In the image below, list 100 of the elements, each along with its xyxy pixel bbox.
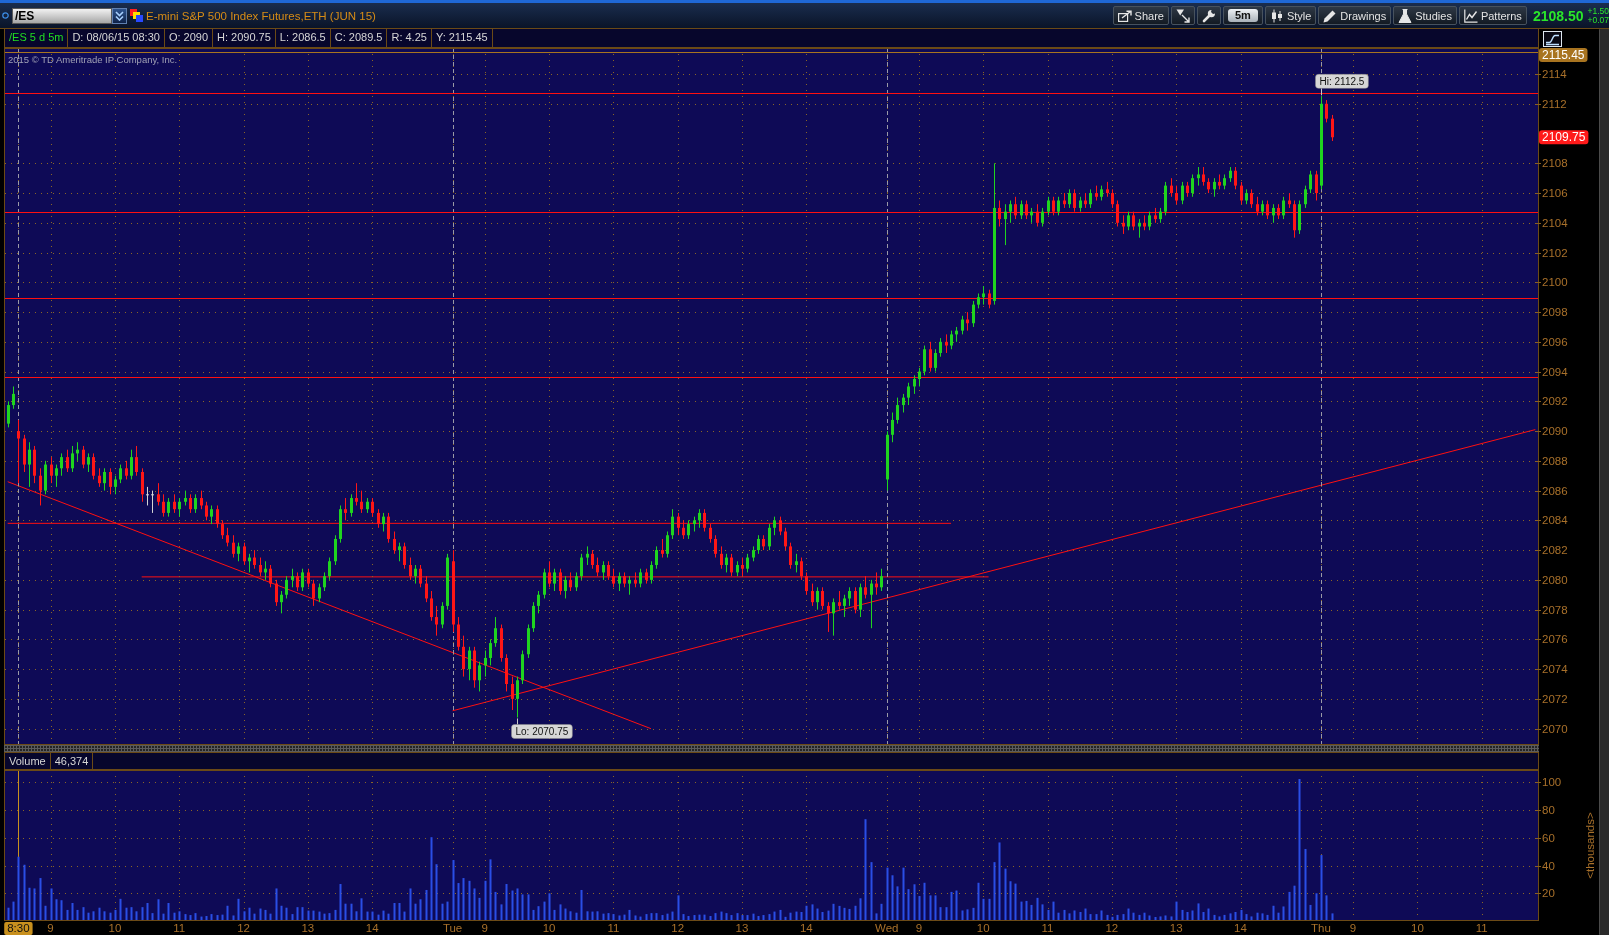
candle	[1127, 211, 1130, 231]
candle	[1164, 181, 1167, 216]
time-axis-label: 10	[1411, 922, 1424, 934]
volume-bar	[1234, 912, 1237, 921]
volume-bar	[773, 911, 776, 921]
volume-bar	[109, 912, 112, 921]
volume-bar	[709, 916, 712, 921]
candle	[714, 534, 717, 559]
time-axis-label: 9	[481, 922, 488, 934]
period-button[interactable]: 5m	[1222, 6, 1263, 25]
candle	[1197, 166, 1200, 187]
candle	[527, 624, 530, 659]
style-button[interactable]: Style	[1264, 6, 1317, 25]
candle	[821, 586, 824, 611]
candle	[896, 397, 899, 425]
volume-bar	[39, 878, 42, 921]
candle	[977, 292, 980, 309]
volume-bar	[687, 916, 690, 921]
candle	[741, 557, 744, 577]
volume-bar	[243, 911, 246, 921]
net-change: +1.50	[1587, 6, 1609, 16]
volume-bar	[200, 916, 203, 921]
volume-bar	[125, 907, 128, 921]
volume-bar	[441, 903, 444, 921]
volume-bar	[489, 859, 492, 921]
candle	[66, 449, 69, 473]
volume-bar	[409, 888, 412, 921]
readout: O: 2090	[164, 29, 214, 47]
volume-bar	[1095, 914, 1098, 921]
volume-bar	[1127, 908, 1130, 921]
time-axis-label: 14	[365, 922, 379, 934]
wrench-button[interactable]	[1196, 6, 1221, 25]
volume-bar	[628, 909, 631, 921]
volume-bar	[221, 914, 224, 921]
volume-bar	[714, 913, 717, 921]
candle	[784, 527, 787, 551]
candle	[961, 315, 964, 335]
instrument-title: E-mini S&P 500 Index Futures,ETH (JUN 15)	[146, 9, 376, 22]
drawings-button[interactable]: Drawings	[1318, 6, 1392, 25]
patterns-button[interactable]: Patterns	[1458, 6, 1527, 25]
candle	[28, 441, 31, 488]
volume-bar	[1223, 914, 1226, 921]
volume-bar	[805, 905, 808, 921]
volume-bar	[1111, 916, 1114, 921]
volume-bar	[1052, 901, 1055, 921]
candle	[757, 534, 760, 555]
candle	[843, 594, 846, 618]
volume-bar	[355, 911, 358, 921]
candle	[1116, 200, 1119, 228]
volume-bar	[564, 908, 567, 921]
studies-button[interactable]: Studies	[1393, 6, 1457, 25]
arrow-tool-button[interactable]	[1170, 6, 1195, 25]
candle	[167, 497, 170, 518]
candle	[39, 467, 42, 506]
candle	[162, 493, 165, 518]
candle	[623, 571, 626, 588]
volume-bar	[382, 910, 385, 921]
price-axis-label: 2082	[1542, 544, 1568, 557]
candle	[848, 586, 851, 607]
candle	[1159, 207, 1162, 224]
candle	[103, 467, 106, 492]
volume-bar	[216, 915, 219, 921]
curve-icon[interactable]	[1543, 30, 1562, 47]
candle	[489, 638, 492, 666]
volume-bar	[1293, 885, 1296, 921]
volume-bar	[816, 908, 819, 921]
candle	[237, 542, 240, 562]
volume-bar	[580, 889, 583, 921]
volume-bar	[720, 911, 723, 921]
share-button[interactable]: Share	[1112, 6, 1169, 25]
price-axis-label: 2074	[1542, 663, 1568, 676]
volume-bar	[1089, 914, 1092, 921]
candle	[859, 583, 862, 618]
symbol-field[interactable]: /ES	[12, 7, 112, 24]
study-label: Volume	[5, 753, 51, 769]
volume-bar	[435, 864, 438, 921]
annotation: Hi: 2112.5	[1319, 75, 1365, 87]
volume-bar	[923, 882, 926, 921]
volume-bar	[55, 899, 58, 921]
volume-bar	[414, 903, 417, 921]
volume-bar	[527, 894, 530, 921]
candle	[1261, 200, 1264, 216]
line-chart-icon	[1463, 8, 1478, 23]
candle	[462, 635, 465, 678]
volume-bar	[50, 888, 53, 921]
volume-bar	[1084, 908, 1087, 921]
volume-bar	[779, 909, 782, 921]
candle	[1181, 181, 1184, 205]
volume-bar	[1036, 897, 1039, 921]
volume-bar	[618, 915, 621, 921]
candle	[259, 557, 262, 577]
candle	[1025, 200, 1028, 220]
volume-bar	[634, 915, 637, 921]
price-axis-label: 2106	[1542, 187, 1568, 200]
volume-bar	[1047, 909, 1050, 921]
candle	[1084, 192, 1087, 209]
volume-bar	[1320, 855, 1323, 921]
dropdown-button[interactable]	[112, 7, 127, 24]
candle	[387, 512, 390, 544]
volume-bar	[1218, 916, 1221, 921]
